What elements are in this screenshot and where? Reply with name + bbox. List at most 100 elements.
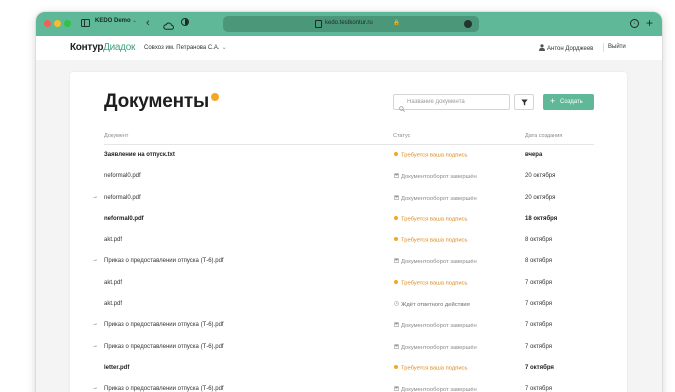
header-divider bbox=[603, 43, 604, 52]
document-name[interactable]: Приказ о предоставлении отпуска (Т-6).pd… bbox=[104, 322, 224, 328]
archive-icon bbox=[393, 194, 399, 202]
new-tab-icon[interactable]: + bbox=[646, 15, 653, 31]
sidebar-toggle-icon[interactable] bbox=[81, 19, 90, 27]
status-text: Документооборот завершён bbox=[401, 195, 477, 202]
close-window-button[interactable] bbox=[44, 20, 51, 27]
creation-date: 8 октября bbox=[525, 237, 552, 244]
table-row[interactable]: → Приказ о предоставлении отпуска (Т-6).p… bbox=[70, 337, 627, 358]
kontur-diadoc-logo[interactable]: КонтурДиадок bbox=[70, 42, 135, 53]
plus-icon: + bbox=[550, 96, 556, 106]
status-text: Ждёт ответного действия bbox=[401, 302, 470, 309]
creation-date: 7 октября bbox=[525, 322, 552, 329]
document-name[interactable]: Приказ о предоставлении отпуска (Т-6).pd… bbox=[104, 344, 224, 350]
status-label: Требуется ваша подпись bbox=[393, 152, 468, 159]
column-header-date[interactable]: Дата создания bbox=[525, 133, 562, 139]
documents-panel: Документы + Создать Документ Статус Дата… bbox=[70, 72, 627, 392]
filter-button[interactable] bbox=[514, 94, 534, 110]
app-header: КонтурДиадок Совхоз им. Петранова С.А. ⌄ … bbox=[36, 36, 662, 60]
page-icon bbox=[315, 20, 322, 28]
document-name[interactable]: neformal0.pdf bbox=[104, 173, 141, 179]
archive-icon bbox=[393, 386, 399, 392]
share-icon[interactable] bbox=[464, 20, 472, 28]
table-row[interactable]: → Приказ о предоставлении отпуска (Т-6).p… bbox=[70, 379, 627, 392]
status-label: Ждёт ответного действия bbox=[393, 301, 470, 308]
document-name[interactable]: neformal0.pdf bbox=[104, 195, 141, 201]
chevron-down-icon: ⌄ bbox=[132, 18, 137, 24]
document-name[interactable]: Приказ о предоставлении отпуска (Т-6).pd… bbox=[104, 258, 224, 264]
status-text: Требуется ваша подпись bbox=[401, 152, 468, 159]
privacy-report-icon[interactable] bbox=[181, 18, 189, 26]
creation-date: 7 октября bbox=[525, 343, 552, 350]
browser-window: KEDO Demo ⌄ ‹ kedo.testkontur.ru 🔒 ↓ + Ко… bbox=[36, 12, 662, 392]
search-input[interactable] bbox=[407, 96, 507, 108]
status-label: Требуется ваша подпись bbox=[393, 237, 468, 244]
signature-required-dot-icon bbox=[393, 364, 399, 372]
table-row[interactable]: akt.pdf Ждёт ответного действия 7 октября bbox=[70, 294, 627, 315]
document-name[interactable]: akt.pdf bbox=[104, 280, 122, 286]
document-name[interactable]: Приказ о предоставлении отпуска (Т-6).pd… bbox=[104, 386, 224, 392]
status-text: Документооборот завершён bbox=[401, 259, 477, 266]
table-row[interactable]: akt.pdf Требуется ваша подпись 7 октября bbox=[70, 273, 627, 294]
creation-date: 7 октября bbox=[525, 386, 552, 392]
status-label: Документооборот завершён bbox=[393, 322, 477, 329]
zoom-window-button[interactable] bbox=[64, 20, 71, 27]
downloads-icon[interactable]: ↓ bbox=[630, 19, 639, 28]
status-text: Документооборот завершён bbox=[401, 174, 477, 181]
document-name[interactable]: neformal0.pdf bbox=[104, 216, 144, 222]
creation-date: 7 октября bbox=[525, 364, 554, 371]
creation-date: 8 октября bbox=[525, 258, 552, 265]
user-icon bbox=[539, 44, 545, 53]
forwarded-arrow-icon: → bbox=[92, 342, 98, 349]
table-row[interactable]: akt.pdf Требуется ваша подпись 8 октября bbox=[70, 230, 627, 251]
document-name[interactable]: akt.pdf bbox=[104, 301, 122, 307]
table-row[interactable]: Заявление на отпуск.txt Требуется ваша по… bbox=[70, 145, 627, 166]
creation-date: 20 октября bbox=[525, 173, 556, 180]
waiting-clock-icon bbox=[393, 301, 399, 308]
status-text: Требуется ваша подпись bbox=[401, 280, 468, 287]
documents-list: Заявление на отпуск.txt Требуется ваша по… bbox=[70, 145, 627, 392]
logo-part-kontur: Контур bbox=[70, 42, 104, 53]
status-label: Требуется ваша подпись bbox=[393, 215, 468, 223]
column-header-status[interactable]: Статус bbox=[393, 133, 410, 139]
creation-date: 18 октября bbox=[525, 215, 558, 222]
back-arrow-icon[interactable]: ‹ bbox=[146, 16, 150, 30]
signature-required-dot-icon bbox=[393, 215, 399, 223]
chevron-down-icon: ⌄ bbox=[221, 45, 227, 51]
status-label: Документооборот завершён bbox=[393, 258, 477, 265]
url-text: kedo.testkontur.ru bbox=[325, 20, 373, 26]
icloud-tabs-icon[interactable] bbox=[163, 17, 174, 35]
status-text: Документооборот завершён bbox=[401, 387, 477, 392]
table-row[interactable]: → neformal0.pdf Документооборот завершён 20… bbox=[70, 188, 627, 209]
minimize-window-button[interactable] bbox=[54, 20, 61, 27]
search-icon bbox=[399, 99, 405, 117]
table-row[interactable]: neformal0.pdf Документооборот завершён 20 … bbox=[70, 166, 627, 187]
creation-date: 20 октября bbox=[525, 194, 556, 201]
signature-required-dot-icon bbox=[393, 279, 399, 287]
status-text: Требуется ваша подпись bbox=[401, 216, 468, 223]
status-text: Требуется ваша подпись bbox=[401, 365, 468, 372]
table-row[interactable]: letter.pdf Требуется ваша подпись 7 октябр… bbox=[70, 358, 627, 379]
address-bar[interactable]: kedo.testkontur.ru 🔒 bbox=[223, 16, 479, 32]
table-row[interactable]: → Приказ о предоставлении отпуска (Т-6).p… bbox=[70, 315, 627, 336]
new-documents-badge bbox=[211, 93, 219, 101]
document-name[interactable]: akt.pdf bbox=[104, 237, 122, 243]
filter-icon bbox=[521, 99, 528, 106]
table-row[interactable]: → Приказ о предоставлении отпуска (Т-6).p… bbox=[70, 251, 627, 272]
logout-link[interactable]: Выйти bbox=[608, 44, 626, 50]
table-row[interactable]: neformal0.pdf Требуется ваша подпись 18 ок… bbox=[70, 209, 627, 230]
status-label: Требуется ваша подпись bbox=[393, 279, 468, 287]
create-document-button[interactable]: + Создать bbox=[543, 94, 594, 110]
column-header-document[interactable]: Документ bbox=[104, 133, 128, 139]
creation-date: 7 октября bbox=[525, 279, 552, 286]
tab-group-selector[interactable]: KEDO Demo ⌄ bbox=[95, 18, 137, 24]
document-name[interactable]: letter.pdf bbox=[104, 365, 129, 371]
user-menu[interactable]: Антон Дорджеев bbox=[539, 44, 593, 53]
status-text: Документооборот завершён bbox=[401, 323, 477, 330]
search-box[interactable] bbox=[393, 94, 510, 112]
document-name[interactable]: Заявление на отпуск.txt bbox=[104, 152, 175, 158]
forwarded-arrow-icon: → bbox=[92, 257, 98, 264]
browser-toolbar: KEDO Demo ⌄ ‹ kedo.testkontur.ru 🔒 ↓ + bbox=[36, 12, 662, 36]
tab-group-label: KEDO Demo bbox=[95, 18, 131, 24]
status-label: Требуется ваша подпись bbox=[393, 364, 468, 372]
organization-selector[interactable]: Совхоз им. Петранова С.А. ⌄ bbox=[144, 44, 227, 51]
